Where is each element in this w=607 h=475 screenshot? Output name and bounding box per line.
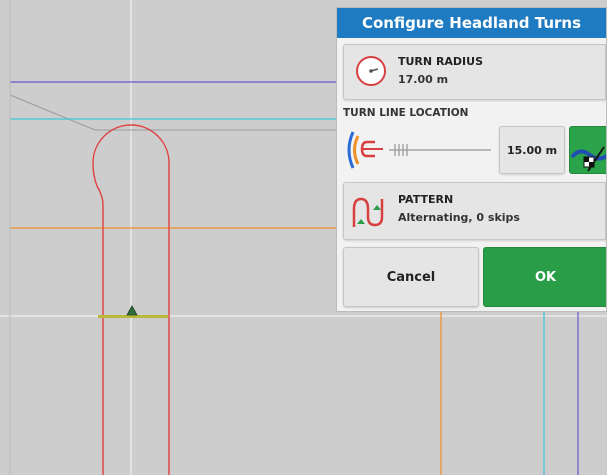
turn-line-distance-button[interactable]: 15.00 m: [499, 126, 565, 174]
configure-headland-turns-dialog: Configure Headland Turns TURN RADIUS 17.…: [336, 7, 607, 312]
boundary-gray-line: [9, 94, 96, 131]
dialog-title: Configure Headland Turns: [337, 8, 606, 38]
pattern-label: PATTERN: [398, 193, 454, 206]
pattern-value: Alternating, 0 skips: [398, 211, 520, 224]
turn-line-preview-icon: [570, 146, 606, 172]
implement-bar: [98, 315, 168, 318]
pattern-button[interactable]: PATTERN Alternating, 0 skips: [343, 182, 606, 240]
turn-radius-value: 17.00 m: [398, 73, 449, 86]
vehicle-icon: [126, 305, 138, 316]
turn-radius-icon: [356, 56, 386, 86]
turn-radius-button[interactable]: TURN RADIUS 17.00 m: [343, 44, 606, 100]
turn-pattern-icon: [352, 197, 384, 227]
ok-button[interactable]: OK: [483, 247, 606, 307]
turn-line-slider-thumb[interactable]: [393, 143, 409, 157]
turn-line-preview-button[interactable]: [569, 126, 606, 174]
turn-line-location-label: TURN LINE LOCATION: [343, 107, 469, 119]
turn-radius-label: TURN RADIUS: [398, 55, 484, 68]
cancel-button[interactable]: Cancel: [343, 247, 479, 307]
turn-line-location-icon: [347, 131, 383, 169]
